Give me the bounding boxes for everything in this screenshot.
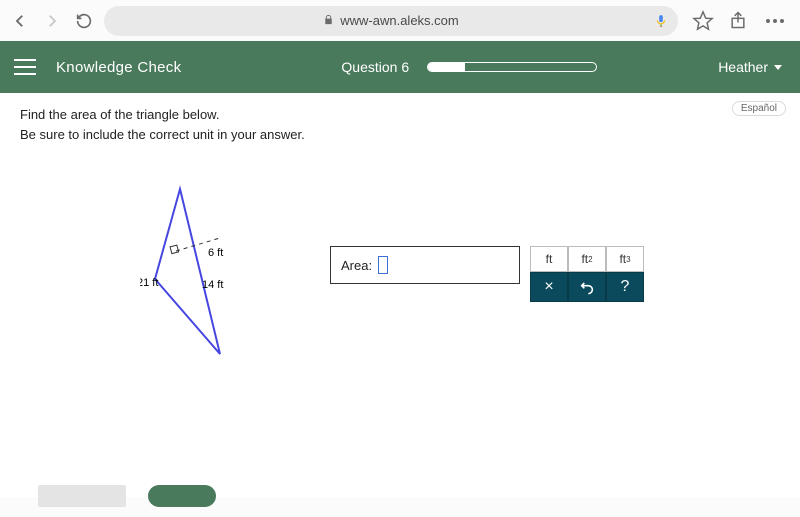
browser-toolbar: www-awn.aleks.com <box>0 0 800 41</box>
undo-button[interactable] <box>568 272 606 302</box>
address-bar[interactable]: www-awn.aleks.com <box>104 6 678 36</box>
question-line-2: Be sure to include the correct unit in y… <box>20 127 305 142</box>
page-title: Knowledge Check <box>56 59 181 76</box>
input-cursor <box>378 256 388 274</box>
answer-label: Area: <box>341 258 372 273</box>
url-text: www-awn.aleks.com <box>340 13 458 28</box>
help-button[interactable]: ? <box>606 272 644 302</box>
language-button[interactable]: Español <box>732 101 786 116</box>
unit-toolbar: ft ft2 ft3 × ? <box>530 246 644 302</box>
user-name: Heather <box>718 59 768 75</box>
height-label: 6 ft <box>208 247 223 259</box>
reload-button[interactable] <box>72 9 96 33</box>
question-text: Find the area of the triangle below. Be … <box>20 105 780 144</box>
content-area: Español Find the area of the triangle be… <box>0 93 800 497</box>
user-menu[interactable]: Heather <box>718 59 782 75</box>
triangle-figure: 6 ft 21 ft 14 ft <box>140 184 290 367</box>
forward-button[interactable] <box>40 9 64 33</box>
unit-ft2[interactable]: ft2 <box>568 246 606 272</box>
progress-fill <box>428 63 465 71</box>
share-icon[interactable] <box>728 10 750 32</box>
side-right-label: 14 ft <box>202 279 223 291</box>
progress-bar <box>427 62 597 72</box>
chevron-down-icon <box>774 65 782 70</box>
lock-icon <box>323 14 334 28</box>
primary-button[interactable] <box>148 485 216 507</box>
question-line-1: Find the area of the triangle below. <box>20 107 219 122</box>
side-left-label: 21 ft <box>140 277 158 289</box>
unit-ft3[interactable]: ft3 <box>606 246 644 272</box>
unit-ft[interactable]: ft <box>530 246 568 272</box>
favorite-icon[interactable] <box>692 10 714 32</box>
back-button[interactable] <box>8 9 32 33</box>
question-number: Question 6 <box>341 59 409 75</box>
mic-icon[interactable] <box>654 14 668 28</box>
more-icon[interactable] <box>764 10 786 32</box>
clear-button[interactable]: × <box>530 272 568 302</box>
app-header: Knowledge Check Question 6 Heather <box>0 41 800 93</box>
answer-input[interactable]: Area: <box>330 246 520 284</box>
secondary-button[interactable] <box>38 485 126 507</box>
menu-button[interactable] <box>14 59 36 75</box>
